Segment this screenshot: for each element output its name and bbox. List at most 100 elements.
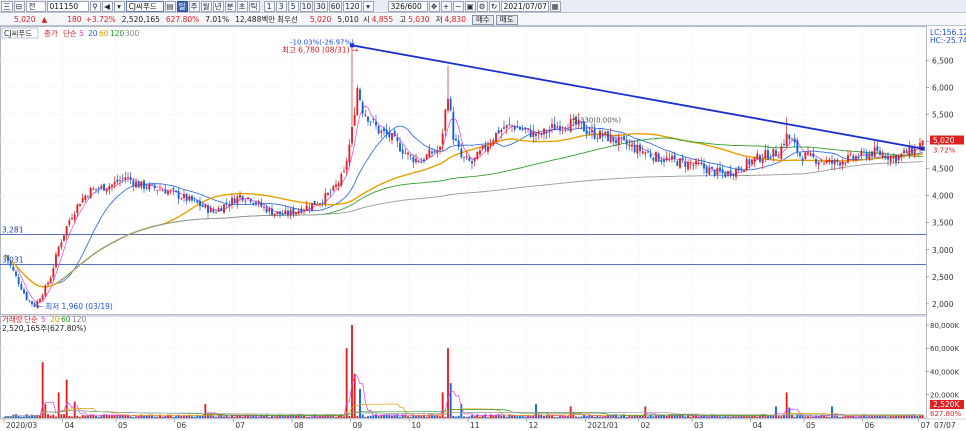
volume-bar — [388, 414, 391, 418]
interval-10-button[interactable]: 10 — [299, 0, 314, 12]
save-icon[interactable]: ▣ — [464, 0, 476, 12]
candle-body — [7, 255, 9, 261]
day-period-button[interactable]: 일 — [176, 0, 188, 12]
candle-body — [428, 149, 431, 158]
x-tick-label: 2020/03 — [6, 421, 37, 430]
candle-body — [809, 153, 812, 155]
candle-body — [825, 160, 828, 163]
period-year-button[interactable]: 년 — [212, 0, 224, 12]
candle-body — [601, 133, 604, 137]
candle-body — [113, 181, 116, 185]
candle-body — [452, 111, 455, 141]
candle-body — [73, 214, 76, 220]
speaker-icon[interactable]: ◀ — [101, 0, 113, 12]
list-icon[interactable]: ▤ — [164, 0, 176, 12]
volume-bar — [556, 417, 559, 418]
candle-body — [297, 210, 300, 214]
chevron-down-icon[interactable]: ▾ — [362, 0, 374, 12]
layout-button[interactable]: ⊟ — [13, 0, 25, 12]
candle-body — [20, 284, 23, 290]
candle-body — [311, 203, 313, 211]
tools-icon[interactable]: ✥ — [428, 0, 440, 12]
stock-chart[interactable]: 3,2813,031 -10.03%(-26.97%)최고 6,780 (08/… — [0, 26, 966, 431]
calendar-icon[interactable]: ▦ — [549, 0, 561, 12]
volume-bar — [287, 415, 289, 418]
candle-body — [204, 204, 207, 208]
volume-bar — [300, 415, 303, 418]
candle-body — [84, 195, 87, 201]
search-icon[interactable]: ⚲ — [89, 0, 101, 12]
current-volume-pct-label: 627.80% — [930, 410, 961, 418]
candle-body — [617, 136, 620, 146]
candle-body — [513, 125, 516, 130]
volume-bar — [535, 404, 537, 418]
volume-bar — [519, 416, 521, 418]
candle-body — [489, 143, 492, 146]
buy-button[interactable]: 매수 — [471, 14, 494, 25]
period-month-button[interactable]: 월 — [200, 0, 212, 12]
turnover-rate: 7.01% — [205, 15, 230, 24]
candle-body — [852, 155, 855, 159]
volume-bar — [175, 416, 177, 418]
volume-bar — [271, 416, 273, 418]
interval-30-button[interactable]: 30 — [314, 0, 328, 12]
candle-body — [895, 155, 897, 163]
x-tick-label: 06 — [865, 421, 875, 430]
gear-icon[interactable]: ⚙ — [476, 0, 488, 12]
x-tick-label: 03 — [694, 421, 704, 430]
market-select[interactable]: 전 — [25, 0, 46, 12]
zoom-in-icon[interactable]: + — [440, 0, 452, 12]
volume-bar — [73, 401, 76, 418]
candle-body — [273, 213, 276, 216]
candle-body — [889, 156, 892, 163]
candle-body — [55, 254, 57, 268]
candle-body — [185, 193, 188, 201]
period-tick-button[interactable]: 틱 — [248, 0, 260, 12]
search-stock-icon[interactable]: ▾ — [113, 0, 125, 12]
period-second-button[interactable]: 초 — [236, 0, 248, 12]
volume-bar — [407, 416, 409, 418]
interval-5-button[interactable]: 5 — [287, 0, 299, 12]
refresh-icon[interactable]: ↻ — [488, 0, 500, 12]
volume-bar — [617, 416, 620, 418]
period-week-button[interactable]: 주 — [188, 0, 200, 12]
candle-body — [524, 127, 527, 130]
interval-120-button[interactable]: 120 — [343, 0, 362, 12]
volume-bar — [689, 416, 692, 418]
volume-ratio: 627.80% — [165, 15, 200, 24]
candle-body — [591, 130, 593, 133]
candle-body — [737, 166, 740, 171]
current-volume-tag-label: 2,520K — [933, 400, 960, 409]
menu-button[interactable]: 三 — [1, 0, 13, 12]
interval-3-button[interactable]: 3 — [275, 0, 287, 12]
candle-body — [628, 144, 631, 147]
candle-count-field[interactable]: 326/600 — [387, 0, 428, 12]
stock-name-field[interactable]: CJ씨푸드 — [125, 0, 164, 12]
period-minute-button[interactable]: 분 — [224, 0, 236, 12]
volume-bar — [804, 416, 807, 418]
low-annotation: ← 최저 1,960 (03/19) — [37, 301, 113, 311]
candle-body — [769, 158, 772, 159]
interval-1-button[interactable]: 1 — [263, 0, 275, 12]
candle-body — [751, 159, 753, 164]
candle-body — [777, 157, 780, 159]
open-label: 시 — [362, 15, 370, 24]
volume-bar — [172, 416, 175, 418]
candle-body — [439, 146, 441, 150]
volume-bar — [791, 414, 793, 418]
volume-bar — [196, 414, 199, 418]
zoom-out-icon[interactable]: − — [452, 0, 464, 12]
interval-60-button[interactable]: 60 — [328, 0, 343, 12]
candle-body — [644, 152, 647, 154]
candle-body — [303, 209, 305, 211]
candle-body — [593, 128, 596, 139]
volume-bar — [132, 417, 135, 418]
candle-body — [615, 140, 617, 143]
stock-code-input[interactable]: 011150 — [46, 0, 89, 12]
candle-body — [361, 102, 364, 114]
candle-body — [791, 139, 793, 141]
sell-button[interactable]: 매도 — [495, 14, 518, 25]
candle-body — [188, 196, 191, 201]
date-field[interactable]: 2021/07/07 — [500, 0, 549, 12]
candle-body — [636, 144, 639, 154]
